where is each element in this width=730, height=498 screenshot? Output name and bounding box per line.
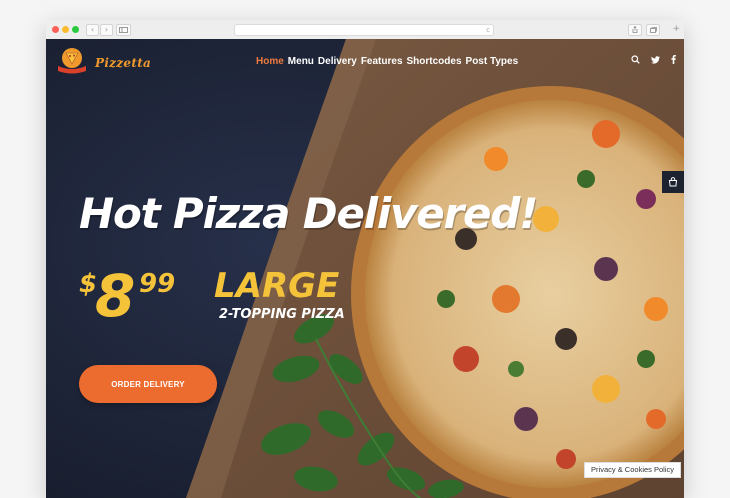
nav-item-delivery[interactable]: Delivery	[318, 56, 357, 67]
cart-button[interactable]	[662, 171, 684, 193]
hero-section: Pizzetta Home Menu Delivery Features Sho…	[46, 39, 684, 498]
search-icon[interactable]	[631, 55, 640, 64]
address-bar[interactable]: c	[234, 24, 494, 36]
forward-button[interactable]: ›	[100, 24, 113, 36]
sidebar-toggle-button[interactable]	[116, 24, 131, 36]
hero-headline: Hot Pizza Delivered!	[79, 189, 538, 238]
nav-item-menu[interactable]: Menu	[288, 56, 314, 67]
pizza-size: LARGE	[214, 266, 340, 306]
facebook-icon[interactable]	[671, 55, 676, 64]
pizzetta-logo[interactable]	[54, 46, 90, 76]
share-button[interactable]	[628, 24, 642, 36]
price-whole: 8	[95, 262, 136, 330]
cookie-policy-link[interactable]: Privacy & Cookies Policy	[584, 462, 681, 478]
reload-icon[interactable]: c	[486, 25, 490, 35]
sidebar-icon	[119, 27, 128, 33]
header-icons	[631, 55, 676, 64]
main-navigation: Home Menu Delivery Features Shortcodes P…	[256, 56, 518, 67]
price-cents: 99	[139, 269, 176, 299]
browser-toolbar: ‹ › c +	[46, 20, 684, 40]
nav-item-home[interactable]: Home	[256, 56, 284, 67]
brand-name[interactable]: Pizzetta	[95, 56, 151, 70]
new-tab-button[interactable]: +	[672, 24, 680, 34]
shopping-bag-icon	[668, 177, 678, 187]
twitter-icon[interactable]	[651, 55, 660, 64]
close-window-button[interactable]	[52, 26, 59, 33]
order-delivery-button[interactable]: ORDER DELIVERY	[79, 365, 217, 403]
share-icon	[632, 25, 638, 33]
back-button[interactable]: ‹	[86, 24, 99, 36]
maximize-window-button[interactable]	[72, 26, 79, 33]
browser-window: ‹ › c + Pizzetta Home Menu Delivery Feat…	[46, 20, 684, 498]
nav-item-post-types[interactable]: Post Types	[466, 56, 519, 67]
pizza-subtitle: 2-TOPPING PIZZA	[219, 307, 345, 322]
nav-item-shortcodes[interactable]: Shortcodes	[407, 56, 462, 67]
minimize-window-button[interactable]	[62, 26, 69, 33]
tabs-icon	[649, 27, 657, 33]
tabs-button[interactable]	[646, 24, 660, 36]
nav-item-features[interactable]: Features	[361, 56, 403, 67]
